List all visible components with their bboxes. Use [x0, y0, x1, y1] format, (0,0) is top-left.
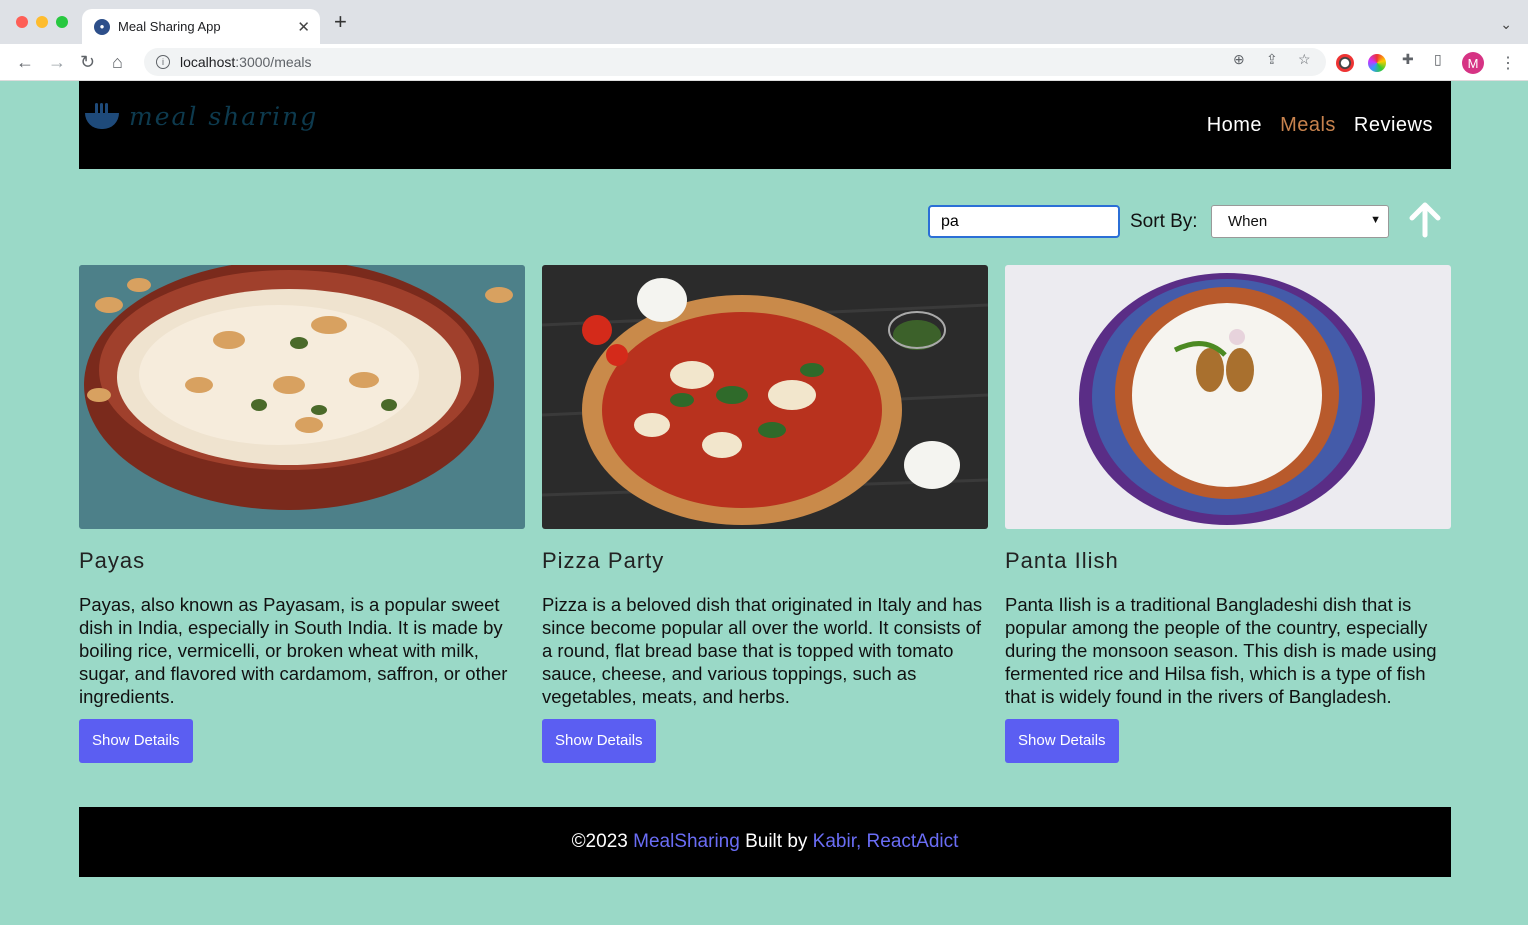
browser-tab-bar: ● Meal Sharing App ✕ + ⌄: [0, 0, 1528, 44]
meal-image[interactable]: [1005, 265, 1451, 529]
sort-label: Sort By:: [1130, 211, 1198, 232]
search-input[interactable]: [928, 205, 1120, 238]
browser-menu-icon[interactable]: ⋮: [1500, 53, 1516, 73]
browser-tab[interactable]: ● Meal Sharing App ✕: [82, 9, 320, 44]
address-bar[interactable]: i localhost:3000/meals: [144, 48, 1326, 76]
show-details-button[interactable]: Show Details: [1005, 719, 1119, 763]
forward-icon[interactable]: →: [48, 52, 66, 72]
show-details-button[interactable]: Show Details: [542, 719, 656, 763]
bowl-logo-icon: [85, 101, 119, 131]
site-info-icon[interactable]: i: [156, 55, 170, 69]
profile-avatar[interactable]: M: [1462, 52, 1484, 74]
extensions-puzzle-icon[interactable]: ✚: [1402, 51, 1414, 68]
extension-rainbow-icon[interactable]: [1368, 54, 1386, 72]
favicon-icon: ●: [94, 18, 110, 35]
chevron-down-icon: ▼: [1370, 214, 1381, 226]
site-header: meal sharing Home Meals Reviews: [79, 81, 1451, 169]
new-tab-icon[interactable]: +: [334, 11, 347, 33]
nav-home[interactable]: Home: [1207, 114, 1262, 137]
browser-toolbar: ← → ↻ ⌂ i localhost:3000/meals ⊕ ⇪ ☆ ✚ ▯…: [0, 44, 1528, 81]
author-link[interactable]: Kabir, ReactAdict: [813, 831, 959, 853]
share-icon[interactable]: ⇪: [1266, 51, 1278, 68]
meal-card: Payas Payas, also known as Payasam, is a…: [79, 265, 525, 763]
site-footer: ©2023 MealSharing Built by Kabir, ReactA…: [79, 807, 1451, 877]
close-tab-icon[interactable]: ✕: [297, 18, 310, 36]
tab-title: Meal Sharing App: [118, 19, 221, 34]
built-by-text: Built by: [745, 831, 808, 852]
meal-description: Pizza is a beloved dish that originated …: [542, 594, 983, 707]
site-logo[interactable]: meal sharing: [85, 101, 318, 131]
sort-selected-value: When: [1228, 213, 1268, 230]
main-nav: Home Meals Reviews: [1207, 114, 1433, 137]
side-panel-icon[interactable]: ▯: [1434, 51, 1442, 68]
back-icon[interactable]: ←: [16, 52, 34, 72]
bookmark-star-icon[interactable]: ☆: [1298, 51, 1311, 68]
meal-card: Panta Ilish Panta Ilish is a traditional…: [1005, 265, 1451, 763]
meal-description: Payas, also known as Payasam, is a popul…: [79, 594, 508, 707]
maximize-window-button[interactable]: [56, 16, 68, 28]
url-path: :3000/meals: [235, 54, 312, 70]
sort-direction-up-icon[interactable]: [1408, 202, 1442, 238]
tab-search-icon[interactable]: ⌄: [1500, 16, 1512, 33]
show-details-button[interactable]: Show Details: [79, 719, 193, 763]
meal-image[interactable]: [542, 265, 988, 529]
nav-reviews[interactable]: Reviews: [1354, 114, 1433, 137]
meal-title: Payas: [79, 548, 146, 573]
meal-title: Panta Ilish: [1005, 548, 1119, 573]
reload-icon[interactable]: ↻: [80, 52, 95, 72]
meal-description: Panta Ilish is a traditional Bangladeshi…: [1005, 594, 1437, 707]
sort-select[interactable]: When ▼: [1211, 205, 1389, 238]
nav-meals[interactable]: Meals: [1280, 114, 1336, 137]
extension-color-icon[interactable]: [1336, 54, 1354, 72]
close-window-button[interactable]: [16, 16, 28, 28]
home-icon[interactable]: ⌂: [112, 52, 123, 72]
minimize-window-button[interactable]: [36, 16, 48, 28]
logo-text: meal sharing: [129, 101, 319, 131]
brand-link[interactable]: MealSharing: [633, 831, 740, 853]
url-host: localhost: [180, 54, 236, 70]
copyright: ©2023: [571, 831, 628, 852]
meal-card: Pizza Party Pizza is a beloved dish that…: [542, 265, 988, 763]
zoom-icon[interactable]: ⊕: [1233, 51, 1245, 68]
meal-title: Pizza Party: [542, 548, 665, 573]
meal-image[interactable]: [79, 265, 525, 529]
